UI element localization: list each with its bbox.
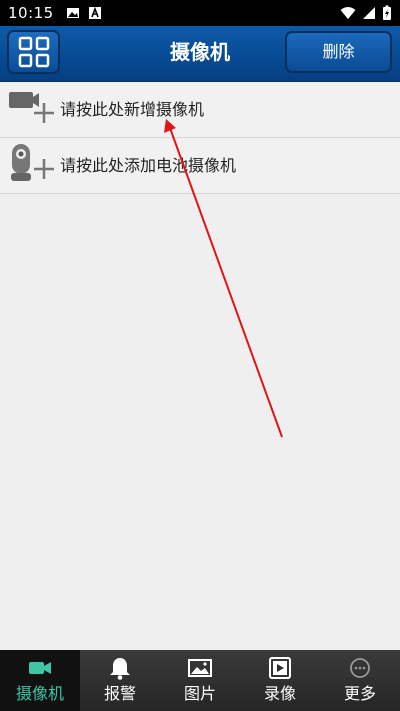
page-title: 摄像机 bbox=[170, 40, 230, 64]
nav-more[interactable]: 更多 bbox=[320, 650, 400, 711]
nav-cameras-label: 摄像机 bbox=[15, 684, 64, 703]
add-battery-camera-label: 请按此处添加电池摄像机 bbox=[60, 156, 237, 175]
camera-list: 请按此处新增摄像机 请按此处添加电池摄像机 bbox=[0, 82, 400, 194]
delete-button[interactable]: 删除 bbox=[285, 31, 392, 73]
add-battery-camera-item[interactable]: 请按此处添加电池摄像机 bbox=[0, 138, 400, 194]
nav-cameras[interactable]: 摄像机 bbox=[0, 650, 80, 711]
recording-icon bbox=[269, 657, 291, 679]
add-camera-icon bbox=[9, 92, 54, 123]
video-camera-icon bbox=[29, 662, 51, 674]
add-battery-camera-icon bbox=[11, 144, 54, 181]
more-icon bbox=[350, 658, 370, 678]
nav-more-label: 更多 bbox=[343, 684, 376, 703]
signal-icon bbox=[363, 7, 375, 19]
image-icon bbox=[66, 8, 79, 18]
nav-pictures-label: 图片 bbox=[183, 684, 216, 703]
grid-icon bbox=[18, 36, 49, 68]
picture-icon bbox=[188, 659, 212, 677]
add-camera-item[interactable]: 请按此处新增摄像机 bbox=[0, 82, 400, 138]
nav-recordings-label: 录像 bbox=[263, 684, 296, 703]
grid-menu-button[interactable] bbox=[7, 30, 60, 74]
text-app-icon bbox=[88, 6, 101, 19]
app-header: 摄像机 删除 bbox=[0, 26, 400, 82]
nav-recordings[interactable]: 录像 bbox=[240, 650, 320, 711]
status-bar: 10:15 bbox=[0, 0, 400, 26]
add-camera-label: 请按此处新增摄像机 bbox=[60, 100, 205, 119]
nav-pictures[interactable]: 图片 bbox=[160, 650, 240, 711]
battery-icon bbox=[383, 5, 391, 20]
bell-icon bbox=[110, 658, 130, 680]
status-time: 10:15 bbox=[8, 4, 54, 22]
nav-alarms-label: 报警 bbox=[103, 684, 136, 703]
wifi-icon bbox=[340, 7, 356, 19]
bottom-nav: 摄像机 报警 图片 录像 更多 bbox=[0, 650, 400, 711]
nav-alarms[interactable]: 报警 bbox=[80, 650, 160, 711]
